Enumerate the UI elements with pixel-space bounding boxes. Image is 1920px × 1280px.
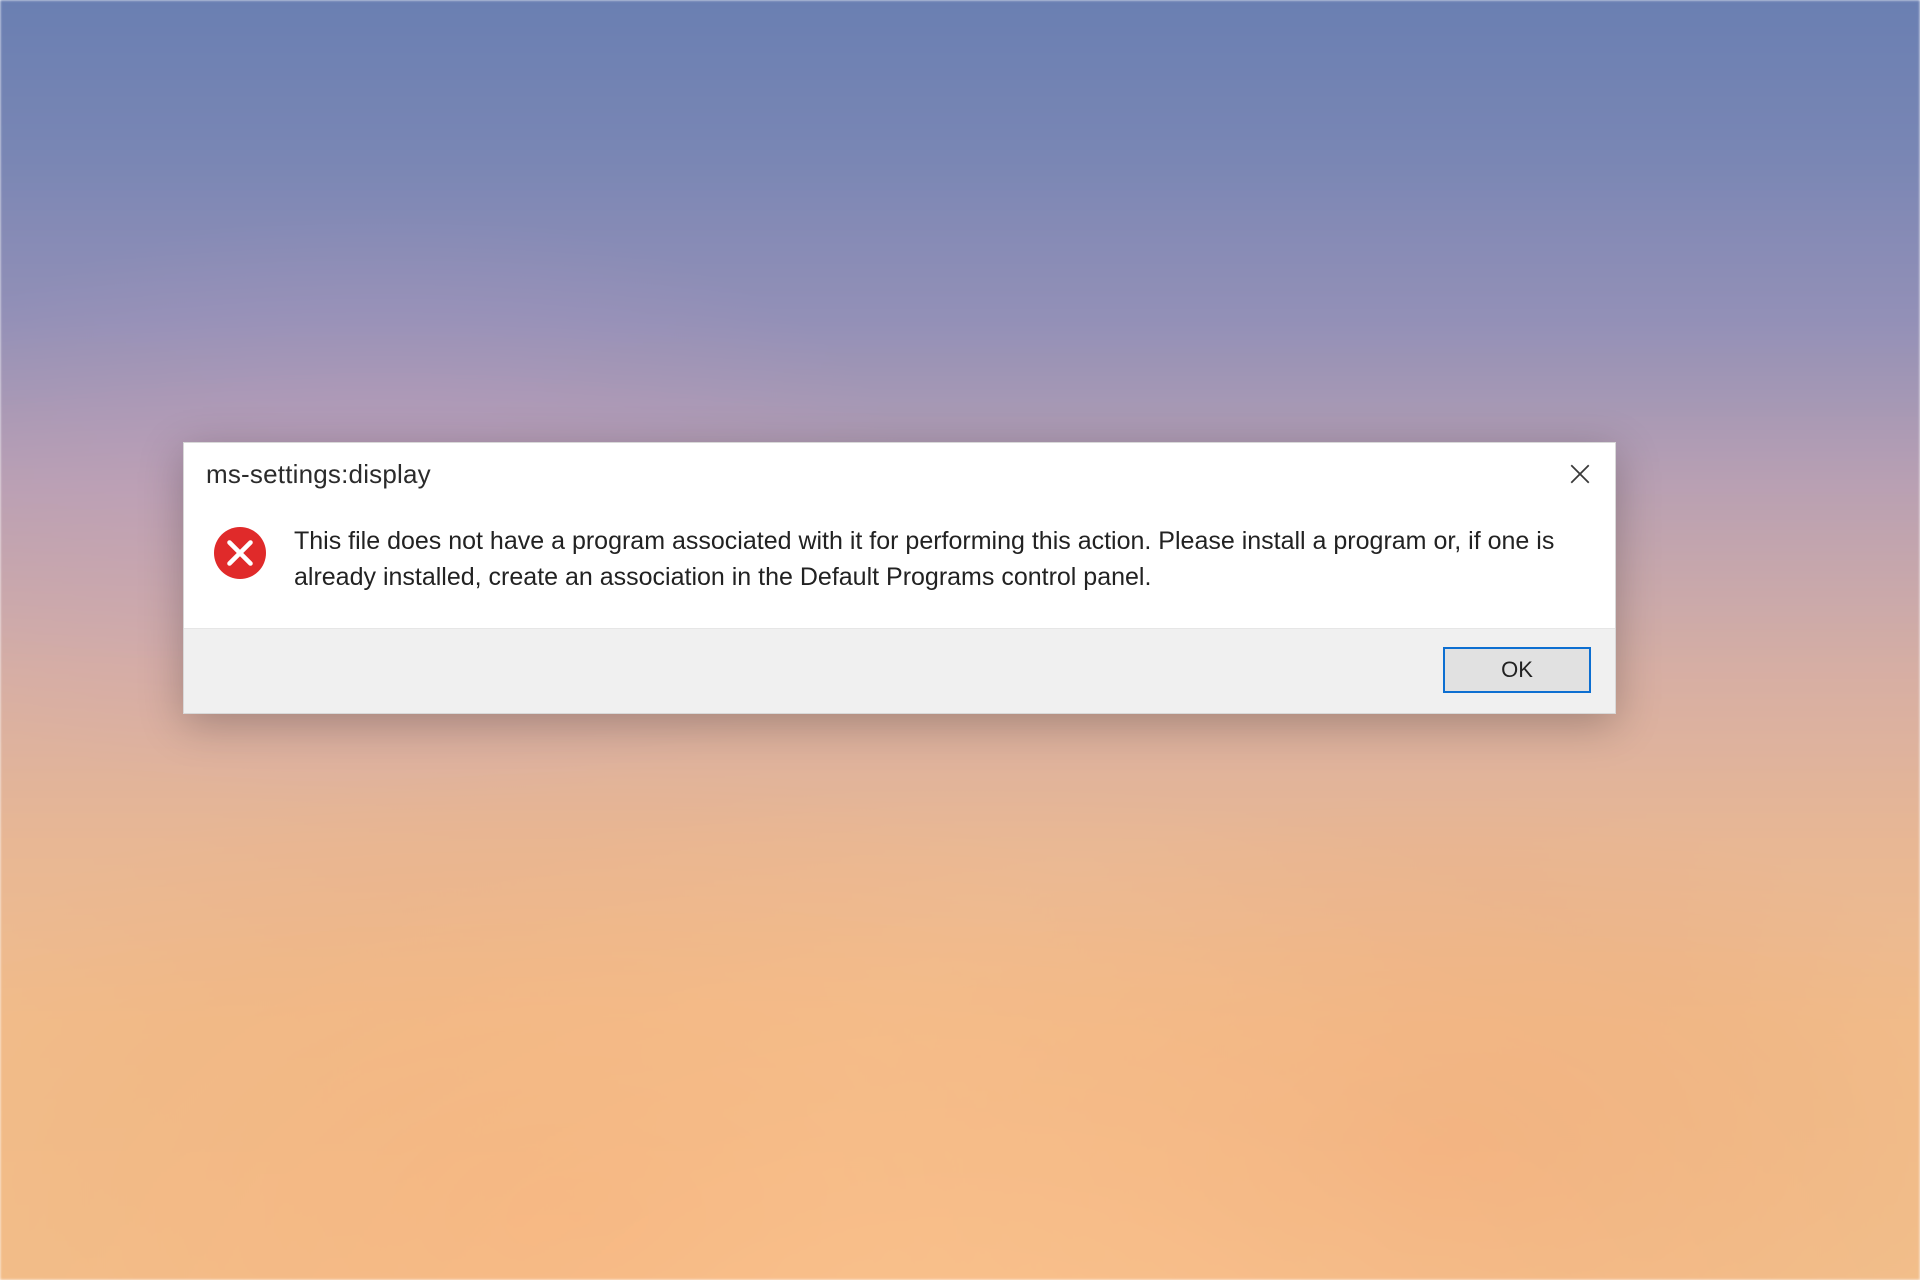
dialog-footer: OK [184,628,1615,713]
dialog-message: This file does not have a program associ… [294,523,1564,596]
close-icon [1570,464,1590,484]
close-button[interactable] [1545,443,1615,505]
dialog-body: This file does not have a program associ… [184,505,1615,628]
dialog-titlebar: ms-settings:display [184,443,1615,505]
error-dialog: ms-settings:display This file does not h… [183,442,1616,714]
ok-button[interactable]: OK [1443,647,1591,693]
dialog-title: ms-settings:display [206,459,431,490]
error-icon [214,527,266,579]
